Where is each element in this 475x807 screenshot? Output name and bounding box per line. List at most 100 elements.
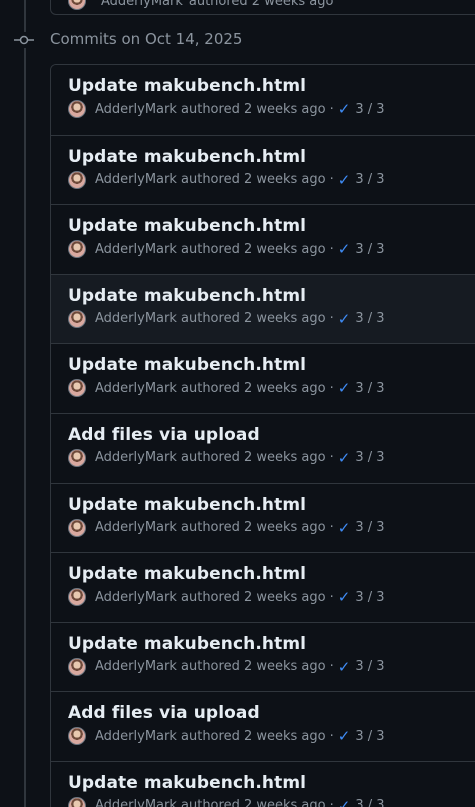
checks-status[interactable]: 3 / 3: [355, 242, 384, 257]
commit-time: authored 2 weeks ago: [181, 520, 326, 536]
separator-dot: ·: [329, 380, 334, 396]
commit-time: authored 2 weeks ago: [181, 589, 326, 605]
checks-status[interactable]: 3 / 3: [355, 311, 384, 326]
check-icon[interactable]: ✓: [338, 588, 351, 606]
commit-time: authored 2 weeks ago: [181, 172, 326, 188]
commit-title-link[interactable]: Update makubench.html: [68, 355, 472, 375]
commit-author-link[interactable]: AdderlyMark: [95, 590, 177, 605]
check-icon[interactable]: ✓: [338, 171, 351, 189]
commit-meta: AdderlyMark authored 2 weeks ago · ✓ 3 / 3: [68, 448, 472, 467]
checks-status[interactable]: 3 / 3: [355, 172, 384, 187]
checks-status[interactable]: 3 / 3: [355, 102, 384, 117]
commit-title-link[interactable]: Update makubench.html: [68, 147, 472, 167]
commit-time: authored 2 weeks ago: [181, 728, 326, 744]
commit-title-link[interactable]: Update makubench.html: [68, 773, 472, 793]
commit-row[interactable]: Update makubench.html AdderlyMark authore…: [51, 204, 475, 274]
previous-commit-card[interactable]: AdderlyMark authored 2 weeks ago: [50, 0, 475, 15]
commit-meta: AdderlyMark authored 2 weeks ago · ✓ 3 / 3: [68, 796, 472, 807]
commit-title-link[interactable]: Add files via upload: [68, 703, 472, 723]
commit-row[interactable]: Update makubench.html AdderlyMark authore…: [51, 482, 475, 553]
commit-list: Update makubench.html AdderlyMark authore…: [50, 64, 475, 807]
user-avatar[interactable]: [68, 379, 86, 398]
check-icon[interactable]: ✓: [338, 310, 351, 328]
user-avatar[interactable]: [68, 170, 86, 189]
commit-date-heading: Commits on Oct 14, 2025: [50, 30, 243, 48]
timeline-line: [24, 0, 26, 807]
commit-title-link[interactable]: Update makubench.html: [68, 634, 472, 654]
commit-meta: AdderlyMark authored 2 weeks ago · ✓ 3 / 3: [68, 657, 472, 676]
check-icon[interactable]: ✓: [338, 658, 351, 676]
previous-commit-time: authored 2 weeks ago: [188, 0, 334, 9]
checks-status[interactable]: 3 / 3: [355, 450, 384, 465]
user-avatar[interactable]: [68, 448, 86, 467]
commit-title-link[interactable]: Update makubench.html: [68, 286, 472, 306]
commit-row[interactable]: Add files via upload AdderlyMark authored…: [51, 691, 475, 761]
user-avatar[interactable]: [68, 309, 86, 328]
commit-title-link[interactable]: Update makubench.html: [68, 76, 472, 96]
commit-author-link[interactable]: AdderlyMark: [95, 450, 177, 465]
checks-status[interactable]: 3 / 3: [355, 520, 384, 535]
user-avatar[interactable]: [68, 588, 86, 607]
checks-status[interactable]: 3 / 3: [355, 659, 384, 674]
commit-meta: AdderlyMark authored 2 weeks ago · ✓ 3 / 3: [68, 170, 472, 189]
user-avatar[interactable]: [68, 657, 86, 676]
commit-meta: AdderlyMark authored 2 weeks ago · ✓ 3 / 3: [68, 379, 472, 398]
checks-status[interactable]: 3 / 3: [355, 729, 384, 744]
commit-author-link[interactable]: AdderlyMark: [95, 311, 177, 326]
commit-time: authored 2 weeks ago: [181, 311, 326, 327]
user-avatar[interactable]: [68, 518, 86, 537]
user-avatar[interactable]: [68, 0, 86, 10]
separator-dot: ·: [329, 311, 334, 327]
commit-meta: AdderlyMark authored 2 weeks ago · ✓ 3 / 3: [68, 588, 472, 607]
check-icon[interactable]: ✓: [338, 449, 351, 467]
commit-author-link[interactable]: AdderlyMark: [95, 520, 177, 535]
separator-dot: ·: [329, 728, 334, 744]
checks-status[interactable]: 3 / 3: [355, 381, 384, 396]
commit-row[interactable]: Update makubench.html AdderlyMark authore…: [51, 760, 475, 807]
user-avatar[interactable]: [68, 727, 86, 746]
commit-author-link[interactable]: AdderlyMark: [95, 381, 177, 396]
commit-title-link[interactable]: Update makubench.html: [68, 495, 472, 515]
commit-author-link[interactable]: AdderlyMark: [95, 798, 177, 807]
commit-author-link[interactable]: AdderlyMark: [95, 102, 177, 117]
checks-status[interactable]: 3 / 3: [355, 590, 384, 605]
commit-title-link[interactable]: Update makubench.html: [68, 564, 472, 584]
commit-row[interactable]: Update makubench.html AdderlyMark authore…: [51, 273, 475, 344]
commit-author-link[interactable]: AdderlyMark: [95, 172, 177, 187]
commit-history-page: AdderlyMark authored 2 weeks ago Commits…: [0, 0, 475, 807]
previous-commit-author[interactable]: AdderlyMark: [101, 0, 183, 9]
commit-row[interactable]: Update makubench.html AdderlyMark authore…: [51, 621, 475, 692]
commit-meta: AdderlyMark authored 2 weeks ago · ✓ 3 / 3: [68, 100, 472, 118]
commit-author-link[interactable]: AdderlyMark: [95, 729, 177, 744]
git-commit-icon: [14, 32, 34, 48]
check-icon[interactable]: ✓: [338, 379, 351, 397]
commit-time: authored 2 weeks ago: [181, 101, 326, 117]
commit-row[interactable]: Update makubench.html AdderlyMark authore…: [51, 134, 475, 205]
commit-time: authored 2 weeks ago: [181, 241, 326, 257]
commit-meta: AdderlyMark authored 2 weeks ago · ✓ 3 / 3: [68, 727, 472, 746]
commit-title-link[interactable]: Update makubench.html: [68, 216, 472, 236]
commit-row[interactable]: Add files via upload AdderlyMark authored…: [51, 412, 475, 483]
check-icon[interactable]: ✓: [338, 240, 351, 258]
check-icon[interactable]: ✓: [338, 519, 351, 537]
check-icon[interactable]: ✓: [338, 727, 351, 745]
separator-dot: ·: [329, 659, 334, 675]
checks-status[interactable]: 3 / 3: [355, 798, 384, 807]
previous-commit-meta: AdderlyMark authored 2 weeks ago: [68, 0, 333, 10]
user-avatar[interactable]: [68, 796, 86, 807]
commit-time: authored 2 weeks ago: [181, 380, 326, 396]
commit-row[interactable]: Update makubench.html AdderlyMark authore…: [51, 552, 475, 622]
commit-meta: AdderlyMark authored 2 weeks ago · ✓ 3 / 3: [68, 240, 472, 259]
separator-dot: ·: [329, 101, 334, 117]
commit-row[interactable]: Update makubench.html AdderlyMark authore…: [51, 343, 475, 413]
commit-title-link[interactable]: Add files via upload: [68, 425, 472, 445]
commit-time: authored 2 weeks ago: [181, 798, 326, 807]
commit-author-link[interactable]: AdderlyMark: [95, 242, 177, 257]
separator-dot: ·: [329, 172, 334, 188]
user-avatar[interactable]: [68, 100, 86, 118]
check-icon[interactable]: ✓: [338, 100, 351, 118]
commit-author-link[interactable]: AdderlyMark: [95, 659, 177, 674]
check-icon[interactable]: ✓: [338, 797, 351, 807]
user-avatar[interactable]: [68, 240, 86, 259]
commit-row[interactable]: Update makubench.html AdderlyMark authore…: [51, 65, 475, 135]
